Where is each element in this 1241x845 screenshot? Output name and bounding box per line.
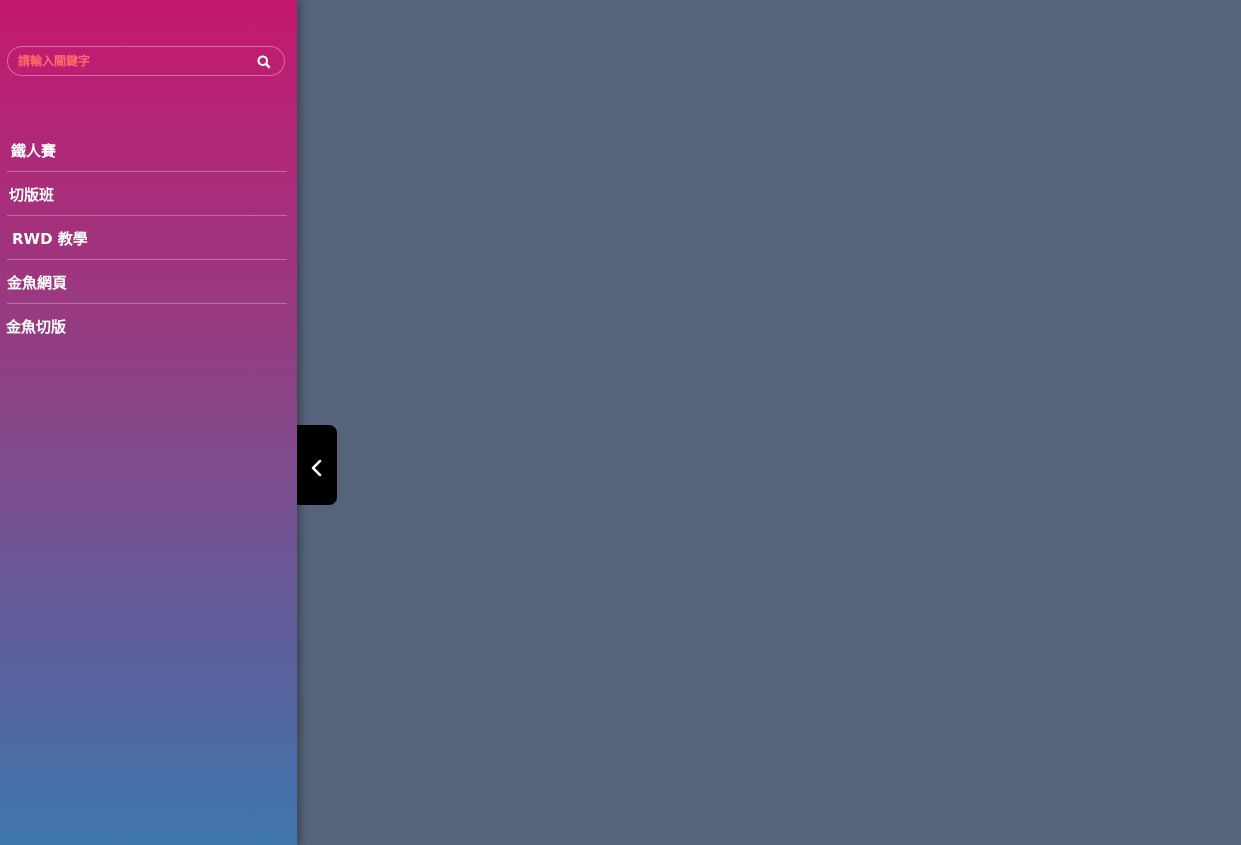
menu-item-layout-class[interactable]: 切版班	[7, 172, 287, 216]
menu-item-rwd-tutorial[interactable]: RWD 教學	[7, 216, 287, 260]
search-button[interactable]	[256, 54, 272, 70]
menu-item-goldfish-layout[interactable]: 金魚切版	[6, 304, 287, 348]
search-icon	[257, 55, 271, 69]
sidebar-toggle-button[interactable]	[297, 425, 337, 505]
chevron-left-icon	[311, 459, 322, 477]
sidebar-menu: 鐵人賽 切版班 RWD 教學 金魚網頁 金魚切版	[0, 128, 297, 348]
menu-item-label: 鐵人賽	[11, 142, 57, 160]
search-input[interactable]	[18, 47, 238, 75]
sidebar: 鐵人賽 切版班 RWD 教學 金魚網頁 金魚切版	[0, 0, 297, 845]
menu-item-goldfish-web[interactable]: 金魚網頁	[7, 260, 287, 304]
menu-item-label: 切版班	[9, 186, 55, 204]
menu-item-label: RWD 教學	[12, 230, 88, 248]
main-content-area	[297, 0, 1241, 845]
menu-item-ironman[interactable]: 鐵人賽	[7, 128, 287, 172]
search-box	[7, 46, 285, 76]
menu-item-label: 金魚切版	[6, 318, 67, 336]
menu-item-label: 金魚網頁	[7, 274, 68, 292]
